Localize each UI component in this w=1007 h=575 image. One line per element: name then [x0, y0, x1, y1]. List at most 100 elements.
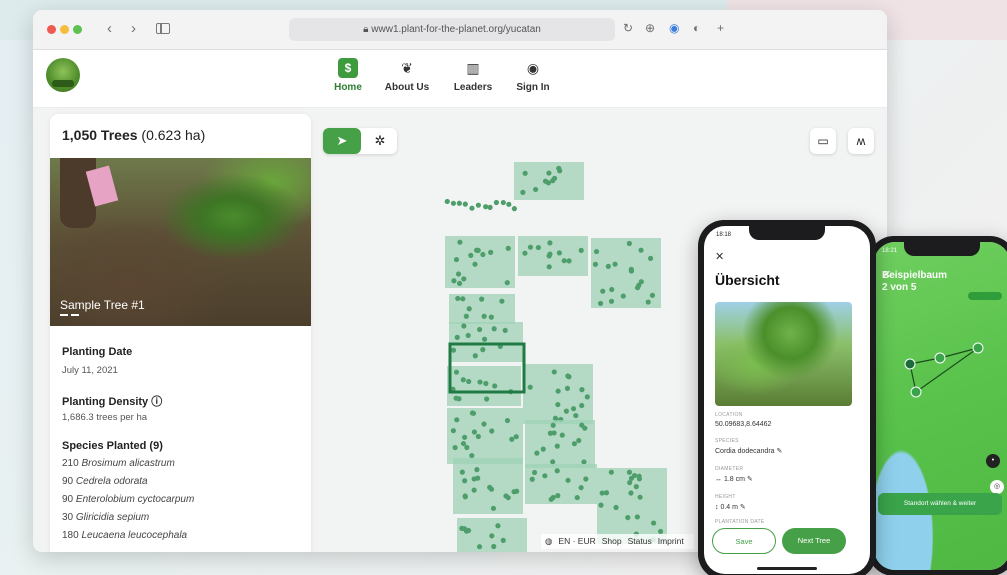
tree-point[interactable] [540, 446, 546, 452]
tree-point[interactable] [454, 334, 460, 340]
satellite-icon[interactable]: ✲ [367, 128, 393, 154]
tree-point[interactable] [456, 280, 463, 286]
tree-point[interactable] [578, 485, 584, 491]
tree-point[interactable] [608, 469, 614, 475]
tree-point[interactable] [584, 394, 590, 400]
tree-point[interactable] [477, 326, 483, 333]
planting-plot[interactable] [523, 364, 593, 424]
tree-point[interactable] [547, 240, 553, 246]
tree-point[interactable] [500, 537, 506, 543]
tree-point[interactable] [500, 199, 506, 206]
tree-point[interactable] [551, 369, 557, 375]
tree-point[interactable] [574, 494, 580, 501]
nav-about-us[interactable]: ❦ About Us [377, 58, 437, 93]
tree-point[interactable] [452, 444, 458, 451]
zoom-window-button[interactable] [73, 25, 82, 34]
info-icon[interactable]: ⓘ [151, 396, 162, 408]
tree-point[interactable] [520, 189, 526, 195]
tree-point[interactable] [444, 198, 450, 205]
tree-point[interactable] [579, 422, 585, 428]
tree-point[interactable] [527, 244, 534, 250]
folder-icon[interactable]: ▭ [810, 128, 836, 154]
tree-point[interactable] [608, 298, 615, 304]
tree-point[interactable] [531, 469, 538, 476]
download-icon[interactable]: ⊕ [645, 21, 655, 35]
tree-point[interactable] [469, 205, 475, 211]
tree-point[interactable] [502, 327, 508, 333]
tree-point[interactable] [592, 261, 599, 267]
imprint-link[interactable]: Imprint [658, 536, 684, 546]
tree-point[interactable] [579, 387, 585, 393]
back-arrow-icon[interactable]: ‹ [107, 20, 112, 37]
tree-marker[interactable] [910, 386, 922, 398]
tree-point[interactable] [461, 323, 467, 329]
tree-point[interactable] [645, 299, 651, 305]
tree-point[interactable] [450, 347, 457, 353]
tree-point[interactable] [481, 421, 487, 427]
tree-point[interactable] [491, 543, 497, 550]
tree-point[interactable] [460, 440, 467, 447]
next-tree-button[interactable]: Next Tree [782, 528, 846, 554]
nav-sign-in[interactable]: ◉ Sign In [503, 58, 563, 93]
choose-location-button[interactable]: Standort wählen & weiter [878, 493, 1002, 515]
tree-point[interactable] [475, 247, 481, 253]
tree-point[interactable] [456, 200, 462, 206]
tree-point[interactable] [571, 441, 578, 447]
edit-icon[interactable]: ✎ [747, 476, 753, 483]
tree-point[interactable] [487, 484, 493, 490]
tree-point[interactable] [636, 473, 642, 479]
tree-point[interactable] [597, 300, 604, 307]
tree-point[interactable] [511, 206, 517, 212]
tree-point[interactable] [460, 377, 466, 383]
tree-point[interactable] [504, 280, 510, 286]
tree-point[interactable] [626, 240, 632, 247]
new-tab-icon[interactable]: + [717, 21, 724, 35]
nav-leaders[interactable]: ▥ Leaders [443, 58, 503, 93]
tree-point[interactable] [570, 406, 577, 412]
tree-point[interactable] [480, 251, 486, 258]
tree-point[interactable] [483, 380, 489, 387]
tree-point[interactable] [638, 247, 644, 253]
tree-point[interactable] [461, 276, 467, 282]
pin-icon[interactable]: • [986, 454, 1000, 468]
tree-point[interactable] [471, 487, 477, 493]
tree-point[interactable] [457, 239, 463, 245]
tree-point[interactable] [506, 201, 512, 207]
save-button[interactable]: Save [712, 528, 776, 554]
tree-point[interactable] [613, 504, 619, 511]
tree-point[interactable] [489, 428, 495, 434]
tree-point[interactable] [547, 251, 553, 257]
minimize-window-button[interactable] [60, 25, 69, 34]
tree-point[interactable] [626, 469, 633, 475]
planting-plot[interactable] [591, 238, 661, 308]
tree-point[interactable] [583, 476, 589, 482]
tree-point[interactable] [453, 256, 460, 263]
tree-point[interactable] [471, 429, 478, 435]
tree-point[interactable] [628, 490, 634, 496]
language-currency-link[interactable]: EN · EUR [558, 536, 595, 546]
tree-point[interactable] [495, 523, 501, 529]
tree-point[interactable] [563, 408, 569, 414]
tree-point[interactable] [561, 258, 567, 264]
tree-point[interactable] [637, 494, 643, 500]
tree-point[interactable] [470, 410, 477, 416]
tree-point[interactable] [535, 244, 541, 251]
tree-point[interactable] [450, 200, 457, 206]
tree-point[interactable] [474, 467, 480, 473]
close-icon[interactable]: ✕ [715, 250, 724, 263]
tree-point[interactable] [612, 261, 618, 267]
tree-point[interactable] [529, 476, 535, 482]
tree-point[interactable] [548, 496, 554, 502]
tree-point[interactable] [557, 168, 563, 174]
tree-point[interactable] [491, 326, 497, 332]
binoculars-icon[interactable]: ʍ [848, 128, 874, 154]
tree-point[interactable] [542, 473, 548, 479]
tree-point[interactable] [477, 379, 483, 385]
tree-point[interactable] [634, 514, 640, 520]
tree-point[interactable] [609, 286, 615, 293]
tree-point[interactable] [488, 314, 494, 320]
tree-point[interactable] [489, 533, 495, 539]
tree-point[interactable] [625, 514, 631, 521]
tree-point[interactable] [490, 505, 497, 511]
tree-point[interactable] [576, 437, 582, 444]
